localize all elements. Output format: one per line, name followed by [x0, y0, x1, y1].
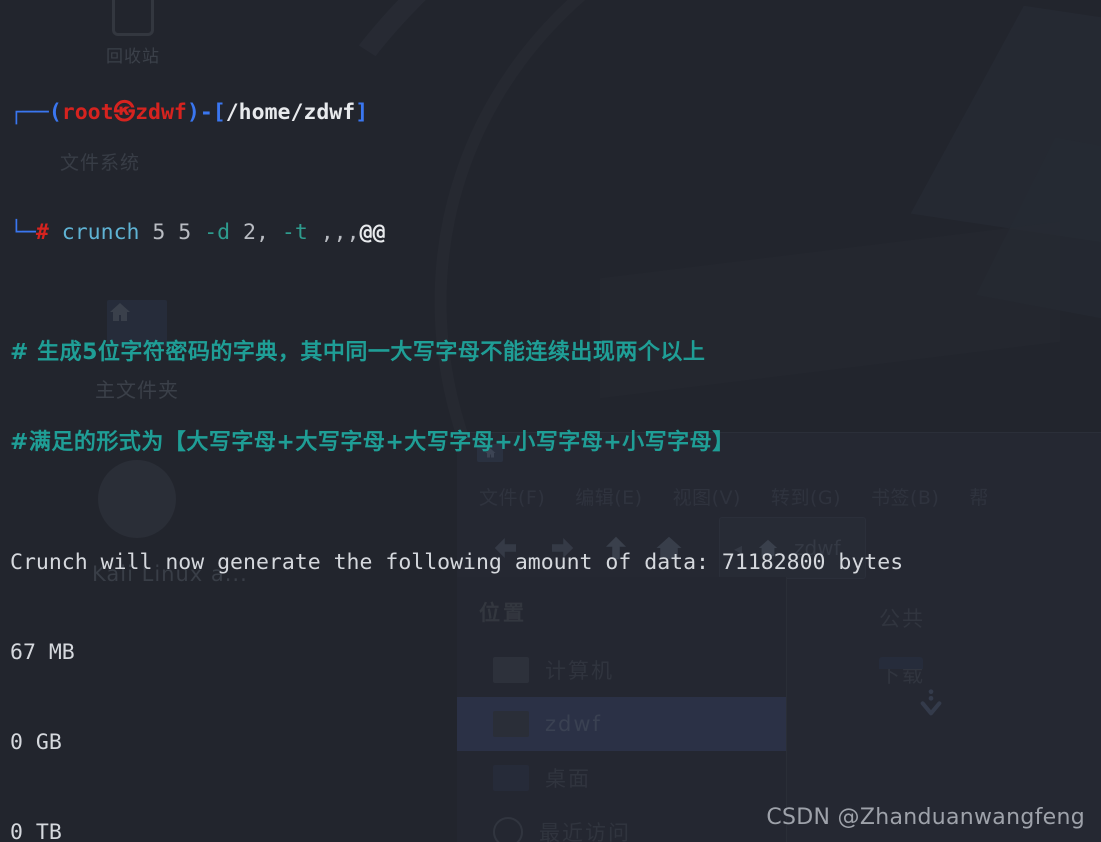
prompt-branch-top: ┌──	[10, 100, 49, 125]
terminal-output-line: 0 GB	[10, 730, 62, 755]
prompt-dash: -	[199, 100, 213, 125]
prompt-host: zdwf	[135, 100, 187, 125]
prompt-branch-bottom: └─	[10, 220, 36, 245]
command-name	[49, 220, 62, 245]
command-args-1: 5 5	[139, 220, 205, 245]
terminal-comment-2: #满足的形式为【大写字母+大写字母+大写字母+小写字母+小写字母】	[10, 430, 735, 455]
command-crunch: crunch	[61, 220, 140, 245]
prompt-paren-open: (	[48, 100, 62, 125]
watermark: CSDN @Zhanduanwangfeng	[766, 805, 1085, 830]
prompt-symbol: #	[35, 220, 49, 245]
terminal-output-line: Crunch will now generate the following a…	[10, 550, 904, 575]
command-flag-d: -d	[204, 220, 231, 245]
prompt-bracket-open: [	[212, 100, 226, 125]
terminal-prompt-line-2: └─# crunch 5 5 -d 2, -t ,,,@@	[10, 218, 1101, 248]
prompt-user: root	[61, 100, 114, 125]
terminal-output[interactable]: ┌──(root㉿zdwf)-[/home/zdwf] └─# crunch 5…	[0, 0, 1101, 842]
prompt-path: /home/zdwf	[225, 100, 356, 125]
command-flag-t: -t	[281, 220, 308, 245]
prompt-paren-close: )	[186, 100, 200, 125]
terminal-comment-1: # 生成5位字符密码的字典，其中同一大写字母不能连续出现两个以上	[10, 340, 706, 365]
prompt-bracket-close: ]	[355, 100, 369, 125]
command-at-chars: @@	[359, 220, 386, 245]
terminal-output-line: 67 MB	[10, 640, 75, 665]
prompt-at-icon: ㉿	[113, 100, 136, 125]
command-args-2: 2,	[230, 220, 282, 245]
terminal-prompt-line-1: ┌──(root㉿zdwf)-[/home/zdwf]	[10, 98, 1101, 128]
command-args-3: ,,,	[307, 220, 360, 245]
